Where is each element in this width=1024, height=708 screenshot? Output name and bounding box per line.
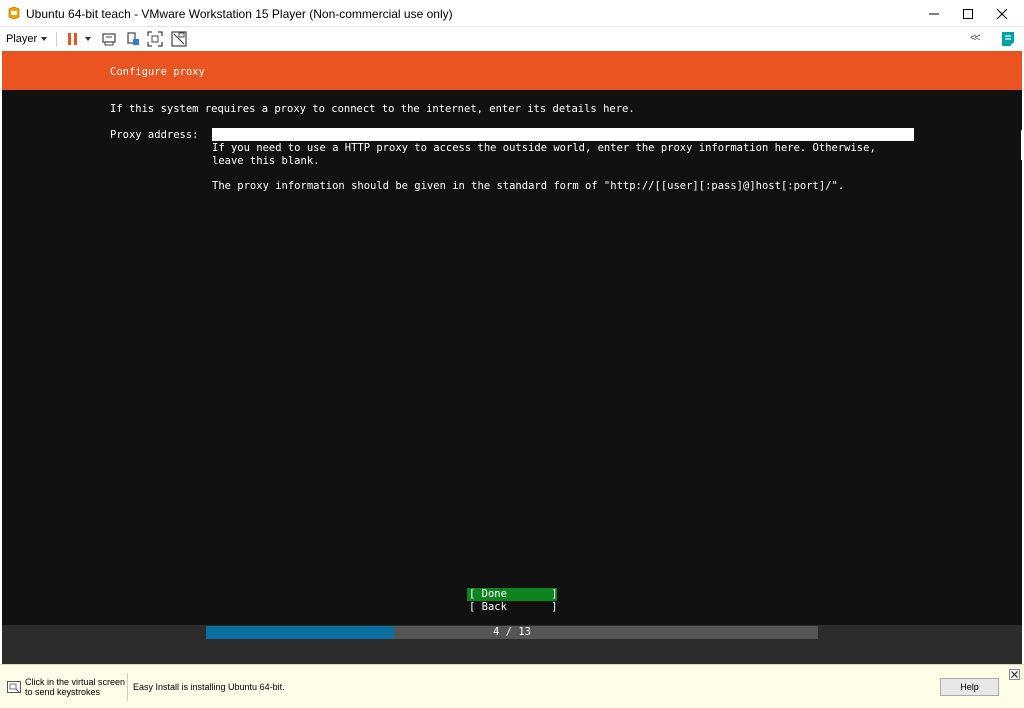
virtual-machine-screen[interactable]: Configure proxy If this system requires … (2, 51, 1022, 664)
unity-mode-icon[interactable] (170, 30, 188, 48)
done-button[interactable]: [ Done ] (467, 588, 558, 601)
pause-icon[interactable] (64, 30, 82, 48)
back-button[interactable]: [ Back ] (467, 601, 558, 614)
installer-header-title: Configure proxy (110, 66, 205, 78)
help-button[interactable]: Help (940, 678, 999, 696)
vmware-player-icon (7, 6, 21, 20)
proxy-intro-text: If this system requires a proxy to conne… (110, 103, 635, 115)
window-title: Ubuntu 64-bit teach - VMware Workstation… (26, 7, 453, 21)
proxy-help-line: If you need to use a HTTP proxy to acces… (212, 142, 876, 154)
maximize-button[interactable] (951, 0, 985, 27)
collapse-toolbar-button[interactable]: << (970, 32, 981, 44)
close-icon (997, 8, 1007, 19)
maximize-icon (963, 8, 973, 19)
player-menu-button[interactable]: Player (6, 31, 48, 47)
player-toolbar: Player << (0, 27, 1024, 51)
proxy-address-label: Proxy address: (110, 129, 199, 141)
toolbar-divider (56, 32, 57, 47)
status-bar: Click in the virtual screen to send keys… (0, 664, 1024, 708)
pause-options-chevron-icon[interactable] (85, 37, 91, 41)
window-title-bar: Ubuntu 64-bit teach - VMware Workstation… (0, 0, 1024, 27)
chevron-down-icon (41, 37, 48, 41)
status-divider (127, 673, 128, 701)
install-progress-text: 4 / 13 (493, 626, 531, 638)
keystroke-hint-line: to send keystrokes (25, 687, 101, 697)
minimize-icon (929, 13, 939, 14)
proxy-format-help: The proxy information should be given in… (212, 180, 845, 192)
minimize-button[interactable] (917, 0, 951, 27)
full-screen-icon[interactable] (146, 30, 164, 48)
keystroke-hint-line: Click in the virtual screen (25, 677, 126, 687)
easy-install-message: Easy Install is installing Ubuntu 64-bit… (133, 682, 285, 692)
installer-header: Configure proxy (2, 51, 1022, 90)
install-progress-bar: 4 / 13 (206, 626, 818, 639)
close-icon (1011, 671, 1018, 678)
proxy-help-line: leave this blank. (212, 155, 320, 167)
proxy-address-input[interactable] (212, 128, 914, 141)
player-menu-label: Player (6, 33, 38, 45)
removable-devices-icon[interactable] (124, 30, 142, 48)
dismiss-status-button[interactable] (1009, 669, 1020, 680)
close-button[interactable] (985, 0, 1019, 27)
keyboard-icon (7, 681, 21, 693)
message-log-icon[interactable] (999, 30, 1017, 48)
keystroke-hint: Click in the virtual screen to send keys… (25, 677, 125, 697)
send-ctrl-alt-del-icon[interactable] (100, 30, 118, 48)
